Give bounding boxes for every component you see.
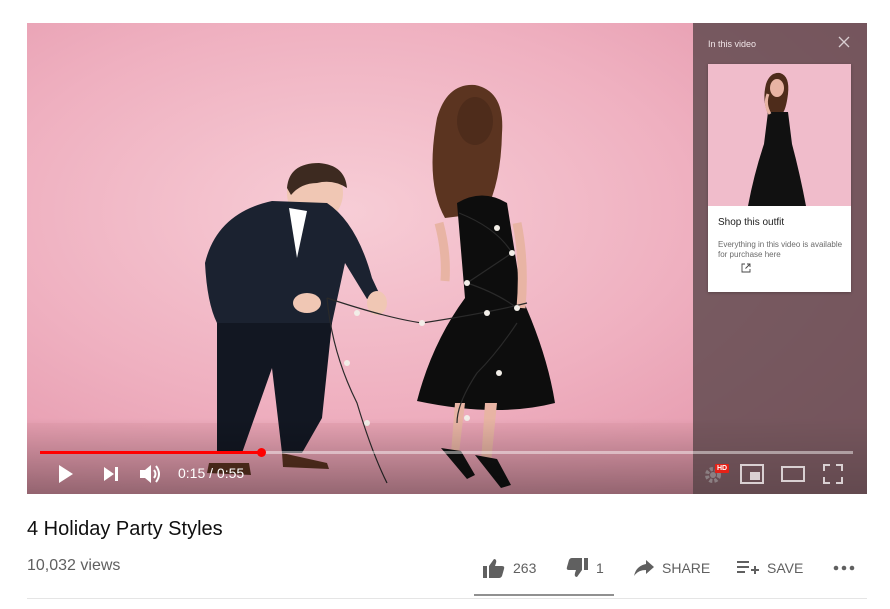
time-current: 0:15 (178, 465, 206, 481)
video-player[interactable]: In this video Shop this outfit Everythin… (27, 23, 867, 494)
progress-played (40, 451, 262, 454)
like-icon (483, 559, 505, 578)
save-label: SAVE (767, 560, 804, 576)
volume-icon[interactable] (139, 463, 163, 485)
share-icon (634, 560, 654, 576)
card-title: Shop this outfit (718, 217, 785, 228)
external-link-icon[interactable] (741, 263, 751, 273)
hd-badge: HD (715, 464, 730, 473)
outfit-thumbnail (708, 64, 851, 206)
like-count: 263 (513, 560, 537, 576)
theater-icon[interactable] (781, 466, 805, 482)
dislike-icon (566, 558, 588, 577)
more-icon (833, 565, 855, 571)
view-count: 10,032 views (27, 557, 121, 574)
divider (27, 598, 867, 599)
playlist-add-icon (737, 561, 759, 574)
card-description: Everything in this video is available fo… (718, 240, 843, 259)
progress-bar[interactable] (40, 448, 853, 457)
time-display: 0:15 / 0:55 (178, 465, 245, 481)
shopping-panel: In this video Shop this outfit Everythin… (693, 23, 867, 494)
share-label: SHARE (662, 560, 711, 576)
like-button[interactable]: 263 (483, 556, 536, 580)
share-button[interactable]: SHARE (634, 556, 710, 580)
sentiment-bar (474, 594, 614, 596)
dislike-count: 1 (596, 560, 604, 576)
fullscreen-icon[interactable] (823, 464, 843, 484)
save-button[interactable]: SAVE (737, 556, 803, 580)
more-actions-button[interactable] (833, 556, 863, 580)
dislike-button[interactable]: 1 (566, 556, 604, 580)
video-title: 4 Holiday Party Styles (27, 518, 223, 540)
close-icon[interactable] (837, 35, 851, 49)
miniplayer-icon[interactable] (740, 464, 764, 484)
next-icon[interactable] (103, 466, 119, 482)
shop-outfit-card[interactable]: Shop this outfit Everything in this vide… (708, 64, 851, 292)
time-total: 0:55 (216, 465, 245, 481)
settings-button[interactable]: HD (703, 463, 730, 485)
play-icon[interactable] (57, 464, 75, 484)
panel-title: In this video (708, 39, 757, 49)
